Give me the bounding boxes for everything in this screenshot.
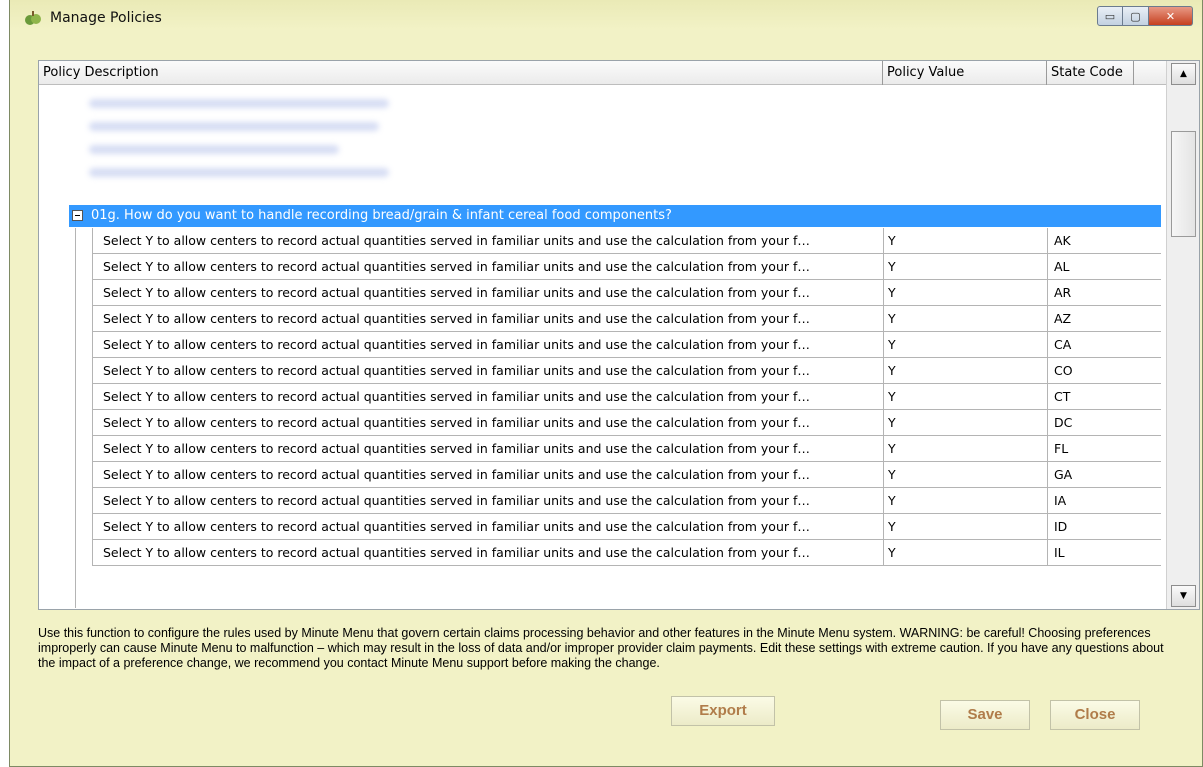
close-button[interactable]: Close	[1050, 700, 1140, 730]
cell-policy-description[interactable]: Select Y to allow centers to record actu…	[92, 306, 884, 332]
policy-rows: Select Y to allow centers to record actu…	[92, 228, 1161, 566]
group-row-label: 01g. How do you want to handle recording…	[91, 208, 672, 223]
cell-state-code[interactable]: IL	[1048, 540, 1161, 566]
app-icon	[25, 11, 41, 25]
cell-policy-description[interactable]: Select Y to allow centers to record actu…	[92, 514, 884, 540]
window-controls: ▭ ▢ ✕	[1097, 6, 1193, 26]
cell-state-code[interactable]: ID	[1048, 514, 1161, 540]
window-title: Manage Policies	[50, 10, 162, 26]
export-button[interactable]: Export	[671, 696, 775, 726]
scroll-up-button[interactable]: ▲	[1171, 63, 1196, 85]
collapse-icon[interactable]	[72, 210, 83, 221]
cell-policy-description[interactable]: Select Y to allow centers to record actu…	[92, 462, 884, 488]
table-row[interactable]: Select Y to allow centers to record actu…	[92, 280, 1161, 306]
cell-policy-value[interactable]: Y	[884, 306, 1048, 332]
table-row[interactable]: Select Y to allow centers to record actu…	[92, 254, 1161, 280]
cell-policy-value[interactable]: Y	[884, 384, 1048, 410]
manage-policies-window: Manage Policies ▭ ▢ ✕ Policy Description…	[9, 0, 1203, 767]
table-row[interactable]: Select Y to allow centers to record actu…	[92, 228, 1161, 254]
vertical-scrollbar[interactable]: ▲ ▼	[1166, 61, 1199, 609]
cell-policy-description[interactable]: Select Y to allow centers to record actu…	[92, 540, 884, 566]
minimize-button[interactable]: ▭	[1097, 6, 1123, 26]
table-row[interactable]: Select Y to allow centers to record actu…	[92, 358, 1161, 384]
table-row[interactable]: Select Y to allow centers to record actu…	[92, 488, 1161, 514]
cell-policy-value[interactable]: Y	[884, 228, 1048, 254]
column-header-policy-description[interactable]: Policy Description	[39, 61, 883, 85]
save-button[interactable]: Save	[940, 700, 1030, 730]
cell-policy-value[interactable]: Y	[884, 280, 1048, 306]
policies-grid[interactable]: Policy Description Policy Value State Co…	[38, 60, 1200, 610]
cell-policy-description[interactable]: Select Y to allow centers to record actu…	[92, 488, 884, 514]
cell-state-code[interactable]: AL	[1048, 254, 1161, 280]
scroll-down-button[interactable]: ▼	[1171, 585, 1196, 607]
cell-policy-value[interactable]: Y	[884, 436, 1048, 462]
title-bar[interactable]: Manage Policies ▭ ▢ ✕	[10, 0, 1202, 36]
blurred-rows	[69, 89, 1159, 189]
cell-state-code[interactable]: AR	[1048, 280, 1161, 306]
maximize-icon: ▢	[1130, 9, 1141, 23]
cell-policy-value[interactable]: Y	[884, 462, 1048, 488]
scroll-thumb[interactable]	[1171, 131, 1196, 237]
cell-state-code[interactable]: AK	[1048, 228, 1161, 254]
table-row[interactable]: Select Y to allow centers to record actu…	[92, 462, 1161, 488]
cell-policy-description[interactable]: Select Y to allow centers to record actu…	[92, 436, 884, 462]
table-row[interactable]: Select Y to allow centers to record actu…	[92, 410, 1161, 436]
table-row[interactable]: Select Y to allow centers to record actu…	[92, 332, 1161, 358]
cell-policy-value[interactable]: Y	[884, 254, 1048, 280]
cell-policy-description[interactable]: Select Y to allow centers to record actu…	[92, 228, 884, 254]
cell-policy-description[interactable]: Select Y to allow centers to record actu…	[92, 384, 884, 410]
tree-connector-line	[75, 228, 76, 608]
cell-state-code[interactable]: AZ	[1048, 306, 1161, 332]
cell-policy-value[interactable]: Y	[884, 488, 1048, 514]
group-row-selected[interactable]: 01g. How do you want to handle recording…	[69, 205, 1161, 227]
cell-policy-description[interactable]: Select Y to allow centers to record actu…	[92, 358, 884, 384]
column-header-spacer	[1134, 61, 1166, 85]
cell-policy-description[interactable]: Select Y to allow centers to record actu…	[92, 280, 884, 306]
cell-state-code[interactable]: FL	[1048, 436, 1161, 462]
cell-state-code[interactable]: CT	[1048, 384, 1161, 410]
cell-state-code[interactable]: CA	[1048, 332, 1161, 358]
table-row[interactable]: Select Y to allow centers to record actu…	[92, 306, 1161, 332]
grid-header: Policy Description Policy Value State Co…	[39, 61, 1166, 85]
desktop-edge	[0, 0, 9, 767]
cell-state-code[interactable]: GA	[1048, 462, 1161, 488]
maximize-button[interactable]: ▢	[1123, 6, 1149, 26]
table-row[interactable]: Select Y to allow centers to record actu…	[92, 514, 1161, 540]
info-text: Use this function to configure the rules…	[38, 626, 1164, 670]
column-header-policy-value[interactable]: Policy Value	[883, 61, 1047, 85]
table-row[interactable]: Select Y to allow centers to record actu…	[92, 436, 1161, 462]
close-icon: ✕	[1165, 9, 1176, 23]
close-window-button[interactable]: ✕	[1149, 6, 1193, 26]
cell-policy-value[interactable]: Y	[884, 332, 1048, 358]
column-header-state-code[interactable]: State Code	[1047, 61, 1134, 85]
cell-state-code[interactable]: CO	[1048, 358, 1161, 384]
table-row[interactable]: Select Y to allow centers to record actu…	[92, 384, 1161, 410]
cell-policy-value[interactable]: Y	[884, 540, 1048, 566]
cell-policy-value[interactable]: Y	[884, 410, 1048, 436]
scroll-down-arrow-icon: ▼	[1180, 591, 1187, 601]
cell-policy-value[interactable]: Y	[884, 358, 1048, 384]
table-row[interactable]: Select Y to allow centers to record actu…	[92, 540, 1161, 566]
cell-state-code[interactable]: DC	[1048, 410, 1161, 436]
cell-policy-value[interactable]: Y	[884, 514, 1048, 540]
cell-state-code[interactable]: IA	[1048, 488, 1161, 514]
cell-policy-description[interactable]: Select Y to allow centers to record actu…	[92, 254, 884, 280]
scroll-up-arrow-icon: ▲	[1180, 69, 1187, 79]
minimize-icon: ▭	[1104, 9, 1116, 23]
cell-policy-description[interactable]: Select Y to allow centers to record actu…	[92, 410, 884, 436]
cell-policy-description[interactable]: Select Y to allow centers to record actu…	[92, 332, 884, 358]
